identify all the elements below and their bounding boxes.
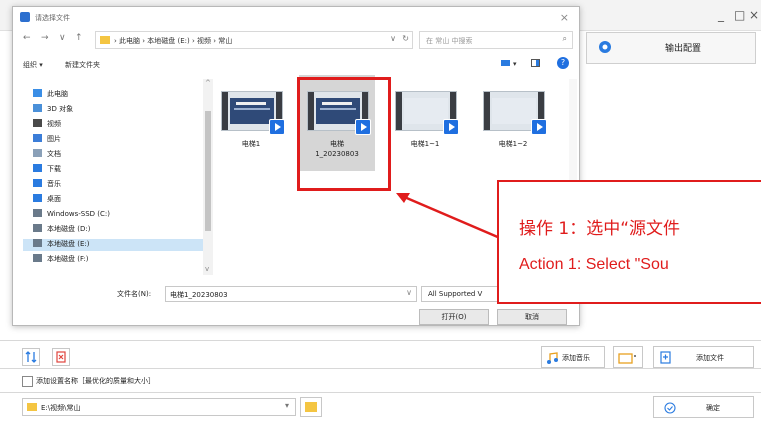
annotation-highlight xyxy=(297,77,391,191)
annotation-callout: 操作 1：选中“源文件 Action 1: Select "Sou xyxy=(497,180,761,304)
annotation-text-zh: 操作 1：选中“源文件 xyxy=(519,219,681,239)
annotation-text-en: Action 1: Select "Sou xyxy=(519,256,669,273)
